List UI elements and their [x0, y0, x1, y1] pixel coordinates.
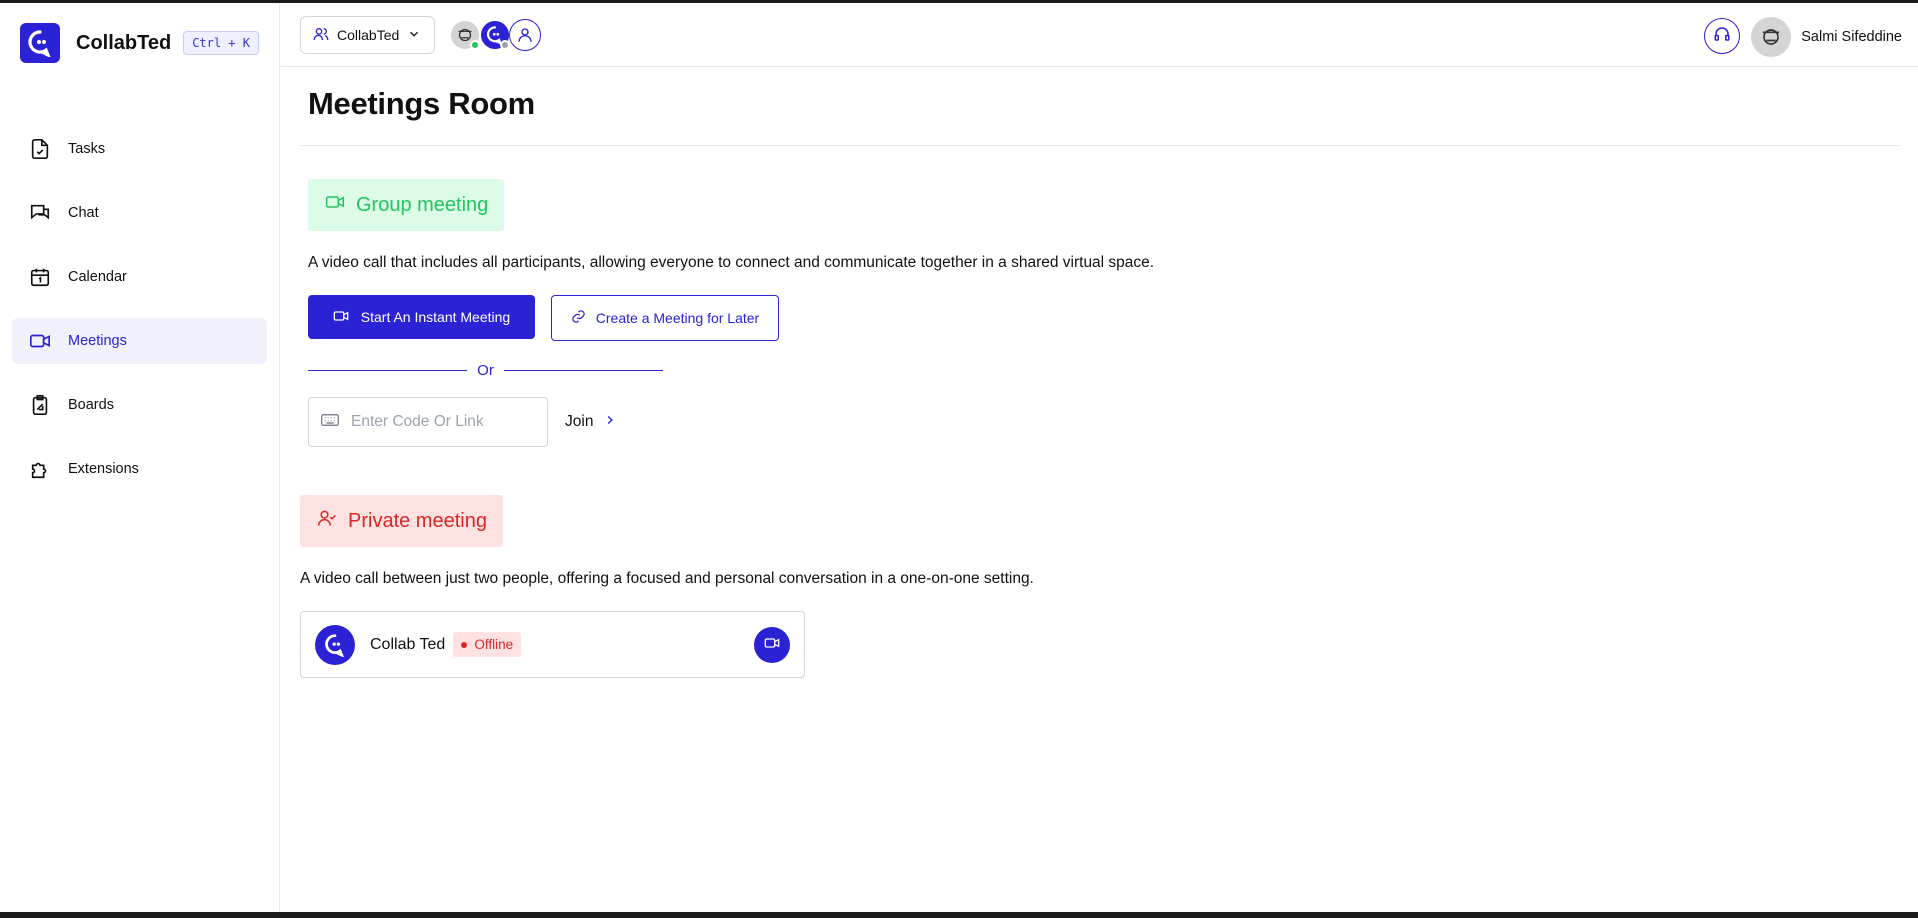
chevron-right-icon [603, 413, 617, 432]
sidebar-item-label: Meetings [68, 333, 127, 349]
search-shortcut[interactable]: Ctrl + K [183, 31, 259, 55]
brand-name: CollabTed [76, 31, 172, 54]
support-button[interactable] [1704, 18, 1740, 54]
sidebar-item-chat[interactable]: Chat [12, 190, 267, 236]
sidebar: CollabTed Ctrl + K Tasks Chat Calendar M… [0, 3, 280, 912]
or-label: Or [477, 361, 494, 379]
calendar-icon [28, 265, 52, 289]
workspace-select[interactable]: CollabTed [300, 16, 435, 54]
private-meeting-label: Private meeting [348, 509, 487, 532]
collabted-logo-icon [20, 23, 60, 63]
sidebar-item-label: Boards [68, 397, 114, 413]
member-avatars [449, 19, 541, 51]
divider [300, 145, 1900, 146]
keyboard-icon [321, 413, 339, 432]
start-private-call-button[interactable] [754, 626, 790, 663]
meeting-code-field[interactable] [308, 397, 548, 447]
sidebar-item-meetings[interactable]: Meetings [12, 318, 267, 364]
contact-card: Collab Ted Offline [300, 611, 805, 678]
sidebar-item-label: Extensions [68, 461, 139, 477]
status-dot [461, 641, 468, 648]
offline-status-dot [500, 40, 510, 50]
boards-icon [28, 393, 52, 417]
contact-name: Collab Ted [370, 635, 446, 653]
user-name: Salmi Sifeddine [1801, 29, 1902, 45]
brand[interactable]: CollabTed Ctrl + K [20, 23, 259, 63]
create-meeting-later-button[interactable]: Create a Meeting for Later [551, 295, 779, 341]
status-badge: Offline [453, 632, 522, 657]
app-window: CollabTed Ctrl + K Tasks Chat Calendar M… [0, 3, 1918, 912]
sidebar-item-label: Chat [68, 205, 99, 221]
divider [503, 369, 664, 371]
group-meeting-heading: Group meeting [308, 179, 505, 231]
main-content: Meetings Room Group meeting A video call… [281, 68, 1918, 912]
chevron-down-icon [407, 27, 421, 44]
chat-icon [28, 201, 52, 225]
avatar [315, 624, 355, 665]
or-divider: Or [308, 360, 664, 380]
divider [308, 369, 468, 371]
workspace-name: CollabTed [337, 27, 400, 43]
video-icon [28, 329, 52, 353]
sidebar-item-tasks[interactable]: Tasks [12, 126, 267, 172]
top-bar: CollabTed Salmi Sifeddine [281, 3, 1918, 67]
online-status-dot [470, 40, 480, 50]
add-member-avatar[interactable] [509, 19, 541, 51]
sidebar-nav: Tasks Chat Calendar Meetings Boards Exte… [12, 126, 267, 510]
sidebar-item-calendar[interactable]: Calendar [12, 254, 267, 300]
video-icon [763, 635, 781, 654]
sidebar-item-label: Calendar [68, 269, 127, 285]
headset-icon [1713, 25, 1731, 48]
join-button[interactable]: Join [565, 407, 617, 437]
sidebar-item-extensions[interactable]: Extensions [12, 446, 267, 492]
meeting-code-input[interactable] [351, 413, 531, 431]
tasks-icon [28, 137, 52, 161]
avatar[interactable] [449, 19, 481, 51]
private-meeting-description: A video call between just two people, of… [300, 570, 1034, 587]
users-icon [313, 26, 329, 45]
status-label: Offline [474, 637, 514, 652]
private-meeting-heading: Private meeting [300, 495, 503, 547]
avatar[interactable] [479, 19, 511, 51]
group-meeting-description: A video call that includes all participa… [308, 254, 1155, 271]
sidebar-item-label: Tasks [68, 141, 106, 157]
user-menu[interactable]: Salmi Sifeddine [1751, 17, 1902, 57]
page-title: Meetings Room [308, 86, 535, 121]
link-icon [571, 309, 586, 327]
start-instant-meeting-button[interactable]: Start An Instant Meeting [308, 295, 535, 339]
puzzle-icon [28, 457, 52, 481]
button-label: Create a Meeting for Later [595, 310, 760, 326]
video-icon [333, 308, 349, 327]
group-meeting-label: Group meeting [356, 193, 489, 216]
user-check-icon [316, 508, 338, 534]
sidebar-item-boards[interactable]: Boards [12, 382, 267, 428]
button-label: Join [565, 413, 594, 430]
button-label: Start An Instant Meeting [360, 309, 511, 325]
video-icon [324, 192, 346, 218]
avatar [1751, 17, 1792, 57]
